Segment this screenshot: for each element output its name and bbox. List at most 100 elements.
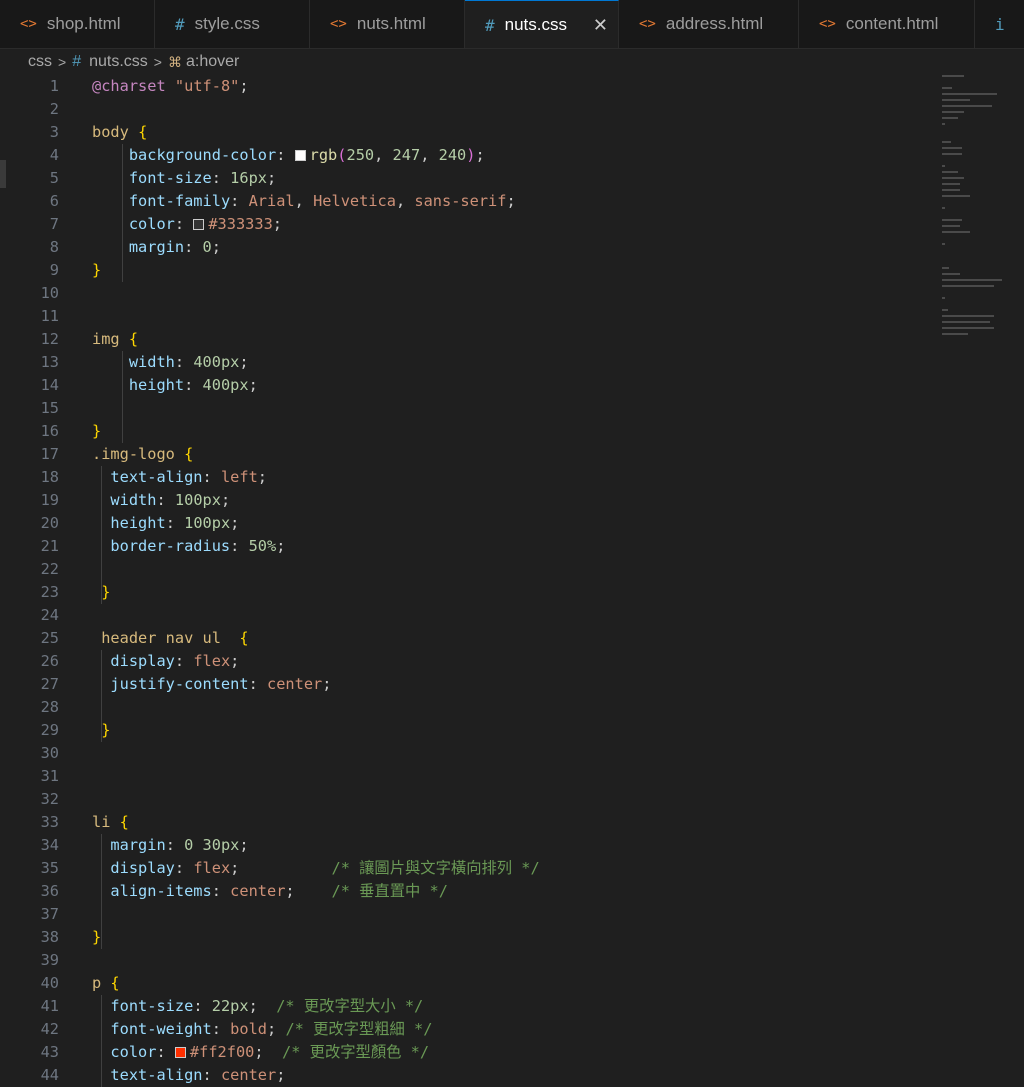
code-line[interactable]: 17 .img-logo { [0,443,936,466]
code-token: left [220,468,258,486]
code-line[interactable]: 10 [0,282,936,305]
code-line[interactable]: 26 display: flex; [0,650,936,673]
code-line[interactable]: 20 height: 100px; [0,512,936,535]
tab-shop-html[interactable]: <> shop.html [0,0,155,48]
code-token: : [165,836,185,854]
file-icon: i [995,14,1005,34]
code-line[interactable]: 13 width: 400px; [0,351,936,374]
code-token: : [184,238,203,256]
code-token: 16px [230,169,267,187]
code-line[interactable]: 2 [0,98,936,121]
code-line[interactable]: 23 } [0,581,936,604]
minimap-line [942,231,970,233]
minimap[interactable] [940,75,1020,345]
code-line[interactable]: 21 border-radius: 50%; [0,535,936,558]
code-line[interactable]: 9} [0,259,936,282]
line-number: 14 [40,376,59,394]
minimap-line [942,123,945,125]
code-line[interactable]: 44 text-align: center; [0,1064,936,1087]
close-icon[interactable]: ✕ [593,15,608,36]
line-number: 9 [49,261,59,279]
code-line[interactable]: 29 } [0,719,936,742]
code-token: : [174,859,194,877]
breadcrumb: css > # nuts.css > ⌘ a:hover [28,50,239,74]
code-line[interactable]: 43 color: #ff2f00; /* 更改字型顏色 */ [0,1041,936,1064]
code-line[interactable]: 14 height: 400px; [0,374,936,397]
code-line[interactable]: 28 [0,696,936,719]
line-number: 22 [40,560,59,578]
code-token: : [184,376,203,394]
code-line[interactable]: 15 [0,397,936,420]
code-line[interactable]: 31 [0,765,936,788]
code-token: font-size [110,997,194,1015]
tab-content-html[interactable]: <> content.html [799,0,975,48]
breadcrumb-folder[interactable]: css [28,53,52,71]
tab-style-css[interactable]: # style.css [155,0,310,48]
code-token: align-items [110,882,212,900]
code-editor[interactable]: 1 @charset "utf-8"; 2 3 body {4 background-c… [0,75,936,1087]
code-line[interactable]: 1 @charset "utf-8"; [0,75,936,98]
code-line[interactable]: 12 img { [0,328,936,351]
code-text: background-color: rgb(250, 247, 240); [92,144,485,167]
breadcrumb-file[interactable]: nuts.css [89,53,148,71]
code-line[interactable]: 5 font-size: 16px; [0,167,936,190]
code-line[interactable]: 24 [0,604,936,627]
code-text: header nav ul { [92,627,248,650]
code-line[interactable]: 7 color: #333333; [0,213,936,236]
code-line[interactable]: 27 justify-content: center; [0,673,936,696]
code-line[interactable]: 34 margin: 0 30px; [0,834,936,857]
code-line[interactable]: 25 header nav ul { [0,627,936,650]
color-swatch[interactable] [174,1047,186,1058]
code-line[interactable]: 36 align-items: center; /* 垂直置中 */ [0,880,936,903]
code-line[interactable]: 38} [0,926,936,949]
code-line[interactable]: 8 margin: 0; [0,236,936,259]
code-line[interactable]: 3 body { [0,121,936,144]
code-line[interactable]: 30 [0,742,936,765]
code-token: center [230,882,286,900]
code-line[interactable]: 35 display: flex; /* 讓圖片與文字橫向排列 */ [0,857,936,880]
code-line[interactable]: 32 [0,788,936,811]
code-line[interactable]: 11 [0,305,936,328]
color-swatch[interactable] [193,219,205,230]
code-line[interactable]: 22 [0,558,936,581]
code-text: height: 400px; [92,374,258,397]
tab-address-html[interactable]: <> address.html [619,0,799,48]
indent-guide [122,144,123,282]
code-token: , [395,192,415,210]
minimap-line [942,111,964,113]
code-line[interactable]: 18 text-align: left; [0,466,936,489]
line-number: 10 [40,284,59,302]
code-line[interactable]: 41 font-size: 22px; /* 更改字型大小 */ [0,995,936,1018]
code-token: p [92,974,111,992]
line-number: 43 [40,1043,59,1061]
code-line[interactable]: 40 p { [0,972,936,995]
line-number: 7 [49,215,59,233]
code-token: /* 更改字型大小 */ [276,997,424,1015]
code-token: ; [506,192,516,210]
code-token: margin [110,836,166,854]
code-token: flex [193,859,231,877]
code-line[interactable]: 16} [0,420,936,443]
code-token: font-size [128,169,212,187]
code-line[interactable]: 42 font-weight: bold; /* 更改字型粗細 */ [0,1018,936,1041]
code-line[interactable]: 33 li { [0,811,936,834]
code-line[interactable]: 37 [0,903,936,926]
code-line[interactable]: 19 width: 100px; [0,489,936,512]
code-line[interactable]: 6 font-family: Arial, Helvetica, sans-se… [0,190,936,213]
tab-nuts-html[interactable]: <> nuts.html [310,0,465,48]
breadcrumb-symbol[interactable]: a:hover [186,53,239,71]
color-swatch[interactable] [294,150,306,161]
tab-nuts-css[interactable]: # nuts.css ✕ [465,0,619,48]
code-line[interactable]: 4 background-color: rgb(250, 247, 240); [0,144,936,167]
indent-guide [101,650,102,742]
code-token: font-weight [110,1020,212,1038]
tab-overflow[interactable]: i [975,0,1024,48]
code-line[interactable]: 39 [0,949,936,972]
